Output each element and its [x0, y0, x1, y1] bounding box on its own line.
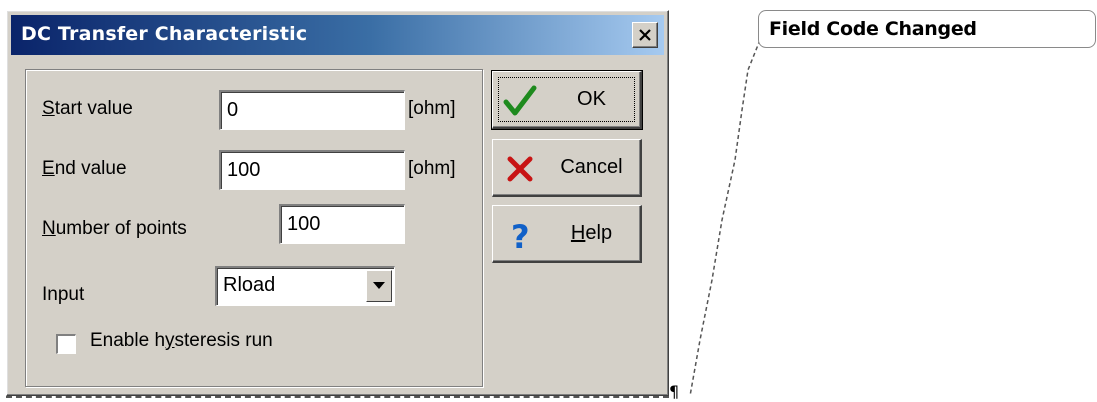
start-value-unit: [ohm]: [408, 98, 456, 119]
checkmark-icon: [503, 85, 537, 116]
input-select-value: Rload: [223, 274, 276, 296]
input-select[interactable]: Rload: [215, 266, 395, 306]
title-bar: DC Transfer Characteristic: [11, 15, 664, 55]
hysteresis-checkbox[interactable]: [56, 334, 76, 354]
end-value-unit: [ohm]: [408, 158, 456, 179]
svg-text:?: ?: [511, 218, 530, 252]
chevron-down-icon: [373, 282, 385, 289]
ok-button[interactable]: OK: [491, 70, 643, 130]
ok-label: OK: [577, 88, 606, 110]
cancel-label: Cancel: [560, 156, 623, 178]
hysteresis-label[interactable]: Enable hysteresis run: [90, 330, 273, 352]
start-value-input[interactable]: 0: [219, 90, 405, 130]
input-label: Input: [42, 284, 85, 305]
question-mark-icon: ?: [511, 218, 530, 252]
number-of-points-input[interactable]: 100: [279, 204, 405, 244]
cross-icon: [507, 156, 533, 182]
end-value-input[interactable]: 100: [219, 150, 405, 190]
settings-group: Start value 0 [ohm] End value 100 [ohm] …: [25, 69, 483, 387]
dashed-anchor-line: [6, 396, 669, 398]
dialog-title: DC Transfer Characteristic: [21, 23, 308, 45]
end-value-label: End value: [42, 158, 127, 179]
cancel-button[interactable]: Cancel: [492, 139, 642, 197]
comment-text: Field Code Changed: [769, 18, 977, 40]
paragraph-mark-icon: ¶: [669, 382, 680, 401]
help-button[interactable]: ? Help: [492, 205, 642, 263]
comment-balloon[interactable]: Field Code Changed: [758, 10, 1096, 48]
dropdown-button[interactable]: [366, 270, 392, 302]
dc-transfer-dialog: DC Transfer Characteristic Start value 0…: [6, 10, 669, 396]
help-label: Help: [570, 222, 613, 244]
number-of-points-label: Number of points: [42, 218, 187, 239]
close-icon: [639, 29, 651, 41]
close-button[interactable]: [632, 22, 658, 48]
start-value-label: Start value: [42, 98, 133, 119]
